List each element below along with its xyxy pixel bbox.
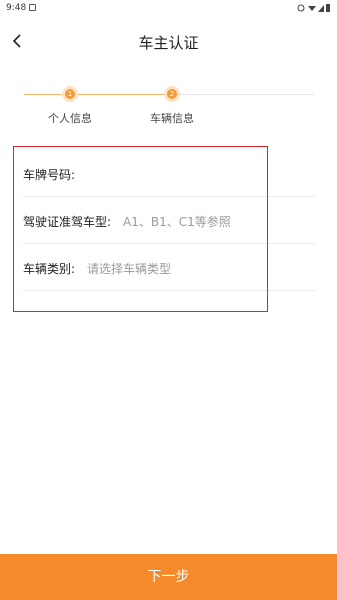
step-1-label: 个人信息 <box>48 112 92 125</box>
status-bar: 9:48 <box>0 0 337 18</box>
status-time: 9:48 <box>6 3 27 13</box>
step-line-remaining <box>172 94 314 95</box>
step-2-dot: 2 <box>164 86 180 102</box>
step-line-completed <box>24 94 172 95</box>
step-2-label: 车辆信息 <box>150 112 194 125</box>
notification-icon <box>29 4 36 11</box>
step-1-dot: 1 <box>62 86 78 102</box>
status-icons <box>297 3 331 16</box>
nav-bar: 车主认证 <box>0 18 337 66</box>
signal-battery-icon <box>297 4 330 12</box>
next-button[interactable]: 下一步 <box>0 554 337 600</box>
page-title: 车主认证 <box>138 34 199 52</box>
highlight-box <box>13 146 268 312</box>
stepper: 1 个人信息 2 车辆信息 <box>0 66 337 136</box>
main-content: 1 个人信息 2 车辆信息 车牌号码: 驾驶证准驾车型: A1、B1、C1等参照… <box>0 66 337 554</box>
